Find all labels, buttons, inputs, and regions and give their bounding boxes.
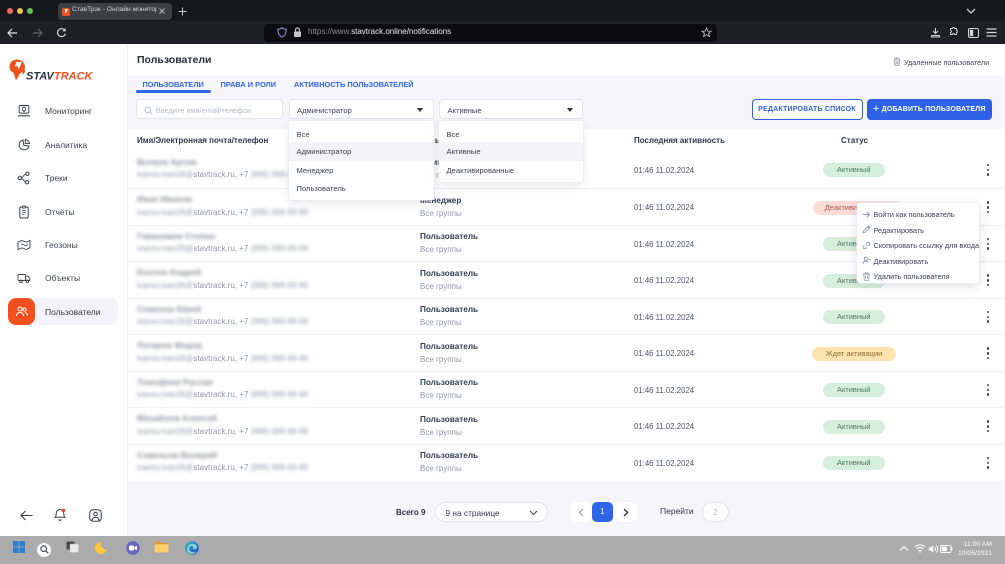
svg-text:STAV: STAV [26,71,55,83]
svg-text:TRACK: TRACK [54,71,94,83]
